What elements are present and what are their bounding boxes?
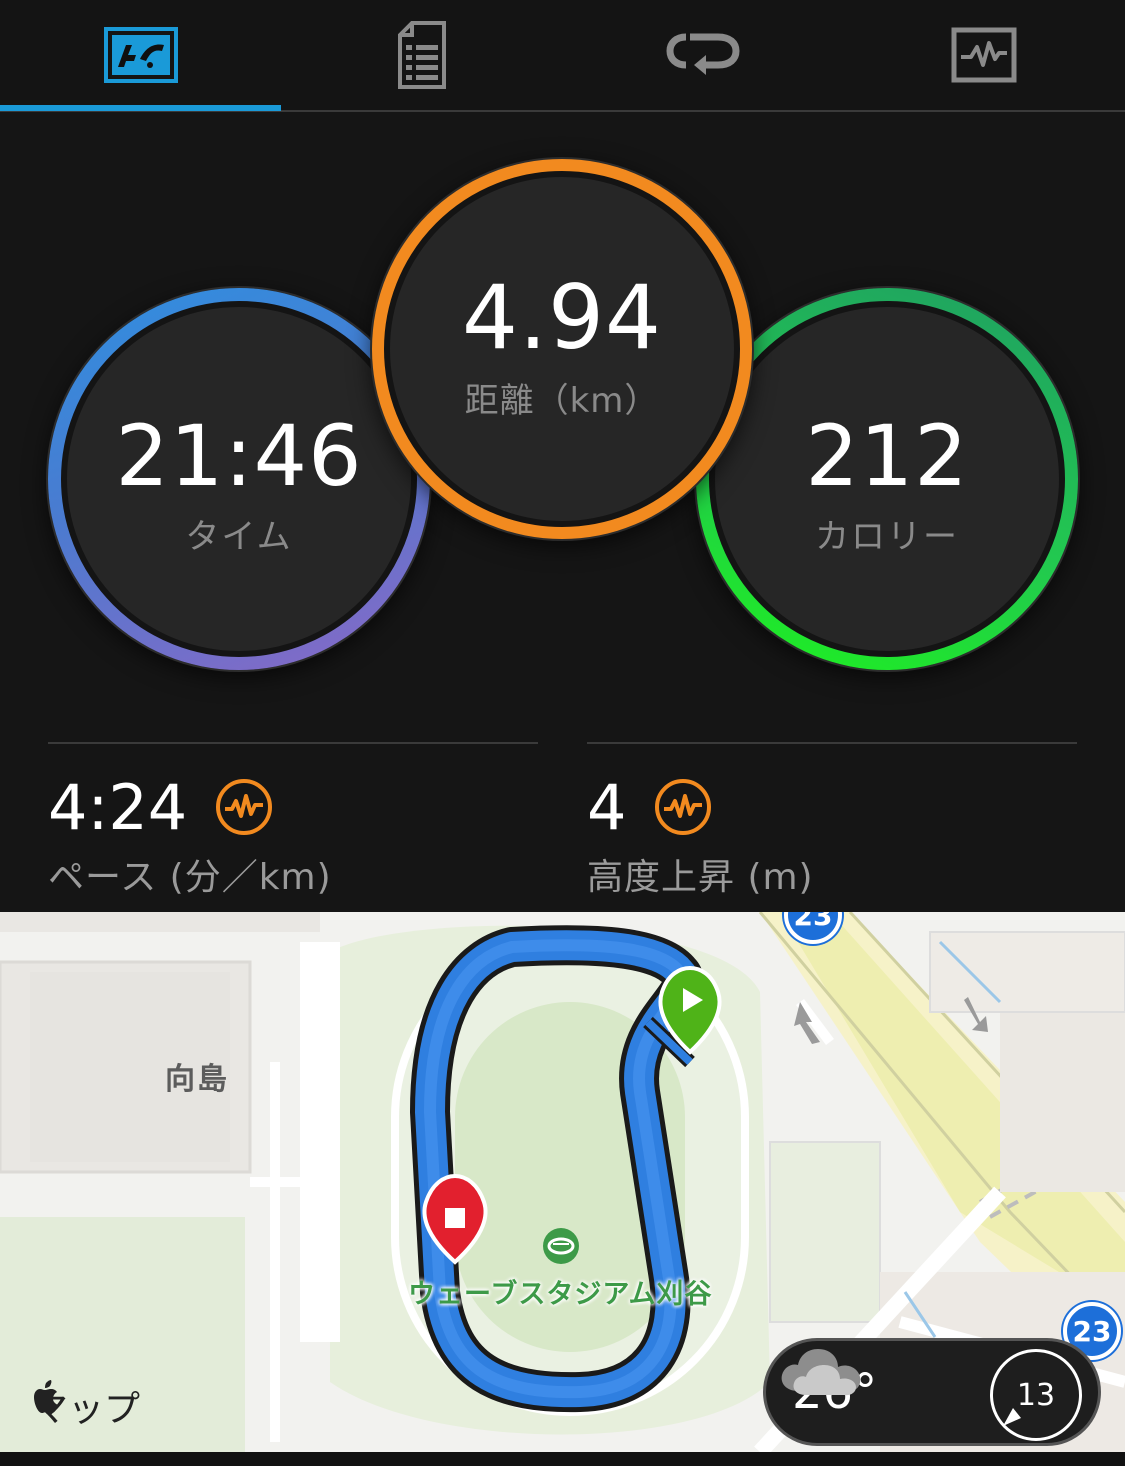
elevation-metric[interactable]: 4 高度上昇 (m) xyxy=(587,742,1077,900)
distance-ring[interactable]: 4.94 距離（km） xyxy=(372,159,752,539)
elevation-pulse-icon xyxy=(655,779,712,835)
pace-metric[interactable]: 4:24 ペース (分／km) xyxy=(48,742,538,900)
distance-value: 4.94 xyxy=(462,266,662,369)
tab-overview[interactable] xyxy=(0,0,281,110)
calories-ring[interactable]: 212 カロリー xyxy=(696,288,1078,670)
pace-value: 4:24 xyxy=(48,770,188,844)
wind-indicator: 13 xyxy=(990,1349,1082,1441)
tab-bar xyxy=(0,0,1125,112)
stats-panel: 21:46 タイム 212 カロリー 4.94 距離（km） 4:24 ペース … xyxy=(0,112,1125,912)
elevation-label: 高度上昇 (m) xyxy=(587,857,814,898)
time-value: 21:46 xyxy=(115,406,363,505)
tab-details[interactable] xyxy=(281,0,562,110)
cloud-icon xyxy=(781,1349,861,1396)
route-map[interactable]: 向島 ウェーブスタジアム刈谷 23 23 マップ 26° 13 xyxy=(0,912,1125,1452)
bottom-strip xyxy=(0,1452,1125,1466)
overview-icon xyxy=(103,27,178,83)
tab-charts[interactable] xyxy=(843,0,1124,110)
wind-direction-icon xyxy=(1003,1408,1021,1426)
laps-loop-icon xyxy=(665,33,740,75)
pace-label: ペース (分／km) xyxy=(48,857,332,898)
details-list-icon xyxy=(397,21,446,89)
tab-laps[interactable] xyxy=(562,0,843,110)
calories-label: カロリー xyxy=(815,516,959,557)
pace-pulse-icon xyxy=(216,779,273,835)
stadium-label[interactable]: ウェーブスタジアム刈谷 xyxy=(408,1272,713,1311)
apple-logo-icon xyxy=(34,1380,58,1413)
time-label: タイム xyxy=(185,516,293,557)
weather-widget[interactable]: 26° 13 xyxy=(763,1338,1101,1446)
chart-pulse-icon xyxy=(951,27,1016,83)
area-label: 向島 xyxy=(165,1062,229,1097)
elevation-value: 4 xyxy=(587,770,627,844)
distance-label: 距離（km） xyxy=(464,381,660,421)
apple-maps-brand[interactable]: マップ xyxy=(32,1380,140,1432)
activity-summary-screen: 21:46 タイム 212 カロリー 4.94 距離（km） 4:24 ペース … xyxy=(0,0,1125,1466)
calories-value: 212 xyxy=(805,406,969,505)
active-tab-indicator xyxy=(0,105,281,111)
